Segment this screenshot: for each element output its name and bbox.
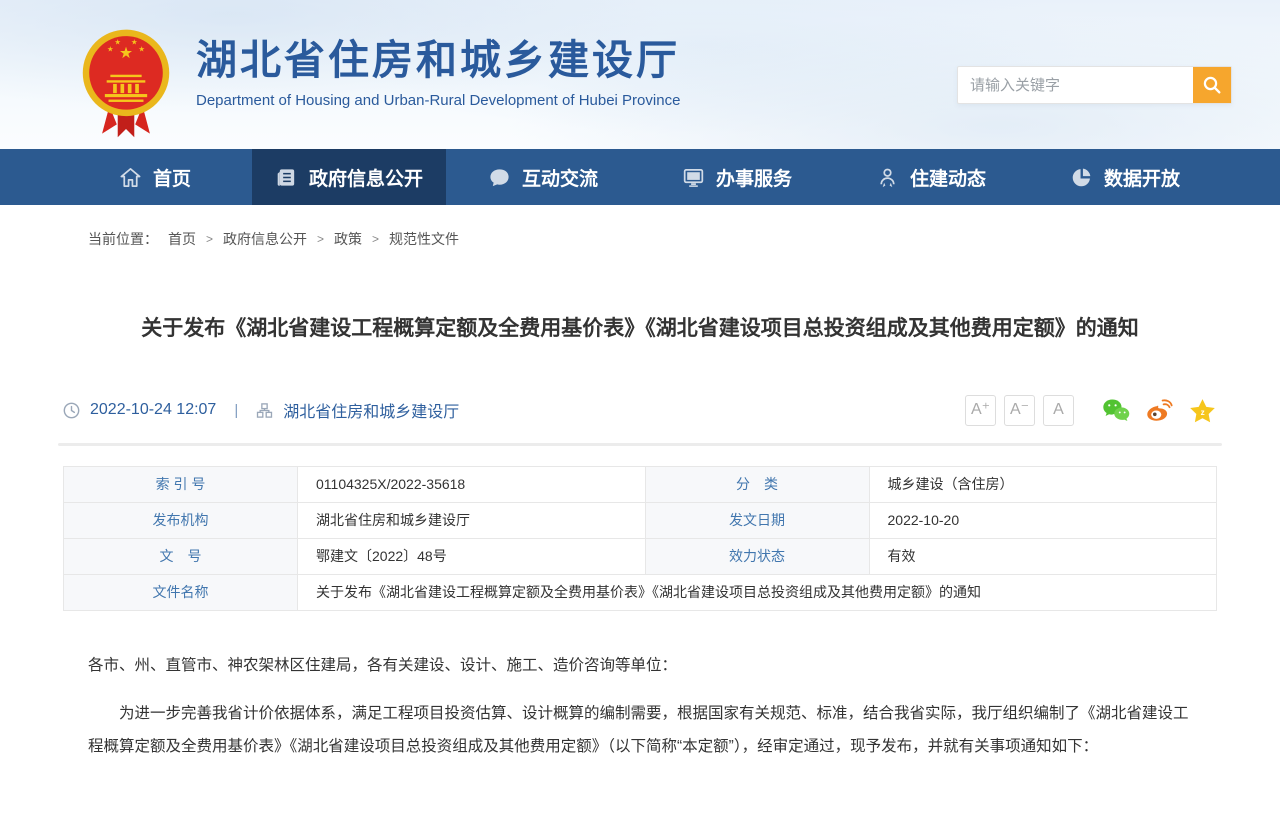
breadcrumb-separator: > <box>206 232 213 246</box>
document-body: 各市、州、直管市、神农架林区住建局，各有关建设、设计、施工、造价咨询等单位： 为… <box>88 649 1192 763</box>
info-label-validity: 效力状态 <box>645 538 869 574</box>
chat-icon <box>488 166 511 189</box>
main-nav: 首页 政府信息公开 互动交流 办事服务 住建 <box>0 149 1280 205</box>
font-increase-button[interactable]: A⁺ <box>965 395 996 426</box>
nav-label: 办事服务 <box>716 164 792 191</box>
search-input[interactable] <box>958 67 1193 103</box>
document-icon <box>275 166 298 189</box>
wechat-share-icon[interactable] <box>1102 397 1131 424</box>
info-value-doc-title: 关于发布《湖北省建设工程概算定额及全费用基价表》《湖北省建设项目总投资组成及其他… <box>298 574 1217 610</box>
meta-separator: | <box>234 402 238 419</box>
info-label-issuing-agency: 发布机构 <box>64 502 298 538</box>
pie-chart-icon <box>1070 166 1093 189</box>
clock-icon <box>63 402 80 419</box>
svg-text:★: ★ <box>131 37 138 46</box>
article-source: 湖北省住房和城乡建设厅 <box>283 398 459 422</box>
national-emblem-icon: ★ ★ ★ ★ ★ <box>80 26 172 140</box>
breadcrumb-separator: > <box>372 232 379 246</box>
search-button[interactable] <box>1193 67 1231 103</box>
breadcrumb-label: 当前位置： <box>88 229 158 249</box>
font-size-buttons: A⁺ A⁻ A <box>965 395 1074 426</box>
table-row: 发布机构 湖北省住房和城乡建设厅 发文日期 2022-10-20 <box>64 502 1217 538</box>
nav-label: 政府信息公开 <box>309 164 423 191</box>
info-value-issue-date: 2022-10-20 <box>869 502 1217 538</box>
nav-item-news[interactable]: 住建动态 <box>834 149 1028 205</box>
article-title: 关于发布《湖北省建设工程概算定额及全费用基价表》《湖北省建设项目总投资组成及其他… <box>60 313 1220 345</box>
info-label-index-number: 索 引 号 <box>64 466 298 502</box>
medal-person-icon <box>876 166 899 189</box>
table-row: 文 号 鄂建文〔2022〕48号 效力状态 有效 <box>64 538 1217 574</box>
nav-label: 互动交流 <box>522 164 598 191</box>
nav-label: 首页 <box>153 164 191 191</box>
source-org-icon <box>256 402 273 419</box>
nav-item-interaction[interactable]: 互动交流 <box>446 149 640 205</box>
nav-item-home[interactable]: 首页 <box>58 149 252 205</box>
svg-text:★: ★ <box>138 45 145 54</box>
info-value-category: 城乡建设（含住房） <box>869 466 1217 502</box>
table-row: 索 引 号 01104325X/2022-35618 分 类 城乡建设（含住房） <box>64 466 1217 502</box>
breadcrumb-separator: > <box>317 232 324 246</box>
info-label-issue-date: 发文日期 <box>645 502 869 538</box>
site-logo-link[interactable]: ★ ★ ★ ★ ★ <box>80 26 172 140</box>
search-box <box>957 66 1232 104</box>
qzone-share-icon[interactable]: z <box>1188 397 1217 424</box>
info-value-issuing-agency: 湖北省住房和城乡建设厅 <box>298 502 646 538</box>
nav-label: 住建动态 <box>910 164 986 191</box>
monitor-icon <box>682 166 705 189</box>
breadcrumb-item-normative-docs[interactable]: 规范性文件 <box>389 229 459 249</box>
salutation-line: 各市、州、直管市、神农架林区住建局，各有关建设、设计、施工、造价咨询等单位： <box>88 649 1192 682</box>
article-meta-left: 2022-10-24 12:07 | 湖北省住房和城乡建设厅 <box>63 398 459 422</box>
publish-time: 2022-10-24 12:07 <box>90 401 216 419</box>
meta-divider <box>58 443 1222 446</box>
site-title-block: 湖北省住房和城乡建设厅 Department of Housing and Ur… <box>196 38 680 109</box>
info-label-doc-title: 文件名称 <box>64 574 298 610</box>
breadcrumb-item-gov-info[interactable]: 政府信息公开 <box>223 229 307 249</box>
font-decrease-button[interactable]: A⁻ <box>1004 395 1035 426</box>
info-label-category: 分 类 <box>645 466 869 502</box>
info-value-doc-number: 鄂建文〔2022〕48号 <box>298 538 646 574</box>
site-title: 湖北省住房和城乡建设厅 <box>196 38 680 83</box>
weibo-share-icon[interactable] <box>1145 397 1174 424</box>
font-reset-button[interactable]: A <box>1043 395 1074 426</box>
document-info-table: 索 引 号 01104325X/2022-35618 分 类 城乡建设（含住房）… <box>63 466 1217 611</box>
breadcrumb: 当前位置： 首页 > 政府信息公开 > 政策 > 规范性文件 <box>0 205 1280 249</box>
home-icon <box>119 166 142 189</box>
article-meta-tools: A⁺ A⁻ A z <box>965 395 1217 426</box>
search-icon <box>1202 75 1222 95</box>
info-value-index-number: 01104325X/2022-35618 <box>298 466 646 502</box>
article-meta-row: 2022-10-24 12:07 | 湖北省住房和城乡建设厅 A⁺ A⁻ A <box>63 395 1217 426</box>
svg-text:★: ★ <box>107 45 114 54</box>
breadcrumb-item-policy[interactable]: 政策 <box>334 229 362 249</box>
body-paragraph: 为进一步完善我省计价依据体系，满足工程项目投资估算、设计概算的编制需要，根据国家… <box>88 697 1192 763</box>
info-label-doc-number: 文 号 <box>64 538 298 574</box>
site-subtitle: Department of Housing and Urban-Rural De… <box>196 92 680 109</box>
svg-text:z: z <box>1201 407 1205 416</box>
nav-item-open-data[interactable]: 数据开放 <box>1028 149 1222 205</box>
nav-item-gov-info[interactable]: 政府信息公开 <box>252 149 446 205</box>
svg-text:★: ★ <box>114 37 121 46</box>
breadcrumb-item-home[interactable]: 首页 <box>168 229 196 249</box>
nav-item-services[interactable]: 办事服务 <box>640 149 834 205</box>
site-header: ★ ★ ★ ★ ★ 湖北省住房和城乡建设厅 Department of Hous… <box>0 0 1280 149</box>
nav-label: 数据开放 <box>1104 164 1180 191</box>
info-value-validity: 有效 <box>869 538 1217 574</box>
table-row: 文件名称 关于发布《湖北省建设工程概算定额及全费用基价表》《湖北省建设项目总投资… <box>64 574 1217 610</box>
svg-text:★: ★ <box>119 45 133 62</box>
